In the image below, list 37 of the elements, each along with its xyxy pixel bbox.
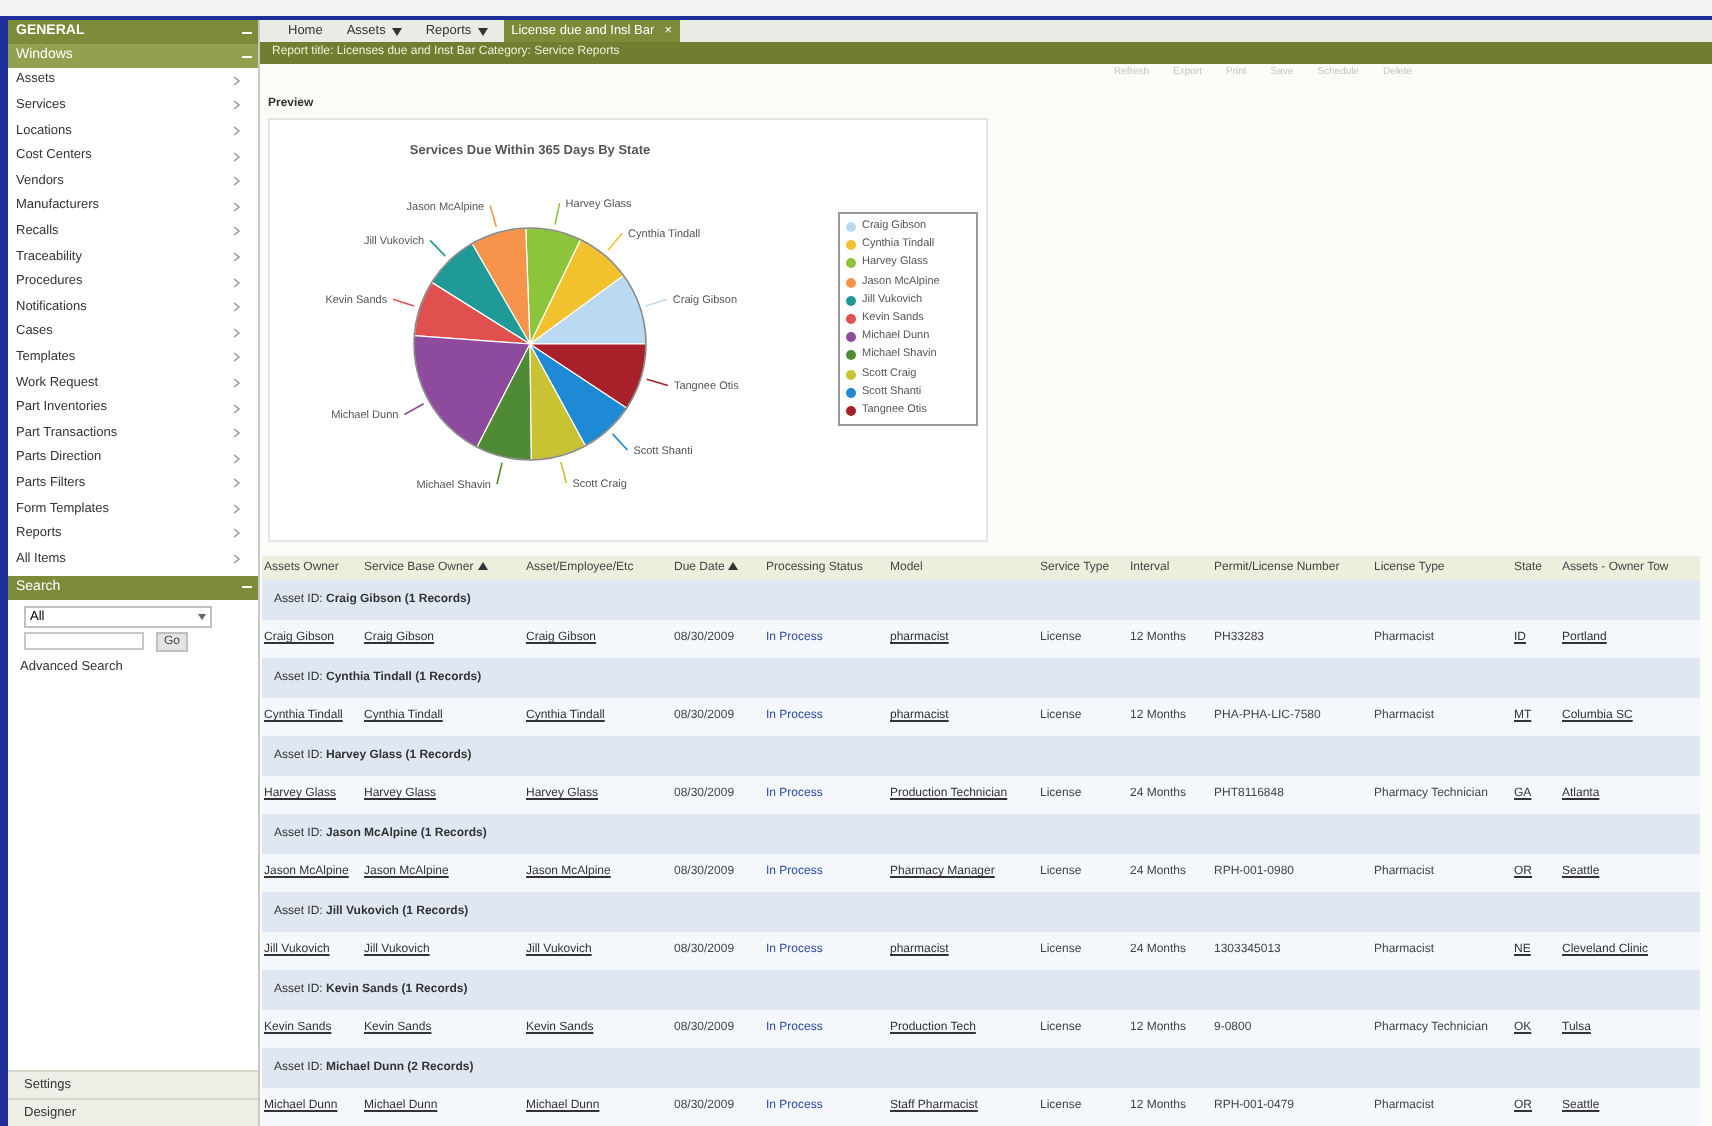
chevron-icon [232,176,242,187]
chevron-icon [232,302,242,313]
leader-line [645,298,668,307]
chevron-icon [232,352,242,363]
leader-line [489,204,498,228]
leader-line [429,239,447,257]
chevron-icon [232,478,242,489]
collapse-icon [242,27,252,37]
collapse-icon [242,51,252,61]
chevron-icon [232,151,242,162]
chevron-icon [232,428,242,439]
leader-line [611,433,629,451]
chevron-icon [232,277,242,288]
leader-line [392,298,415,307]
chevron-icon [232,403,242,414]
chevron-icon [232,201,242,212]
search-field[interactable] [24,632,144,651]
chevron-icon [232,528,242,539]
chevron-icon [232,125,242,136]
collapse-icon [242,582,252,593]
chevron-icon [232,327,242,338]
leader-line [607,232,623,252]
chevron-icon [232,503,242,514]
chevron-icon [232,453,242,464]
chevron-icon [232,100,242,111]
sort-ascending-icon [728,561,739,569]
chevron-icon [232,251,242,262]
leader-line [496,461,503,485]
leader-line [560,461,568,485]
leader-line [554,202,561,226]
chevron-icon [232,75,242,86]
leader-line [403,402,425,416]
chevron-icon [232,226,242,237]
leader-line [646,378,669,387]
sort-ascending-icon [477,561,488,569]
chevron-icon [232,554,242,565]
chevron-icon [232,377,242,388]
